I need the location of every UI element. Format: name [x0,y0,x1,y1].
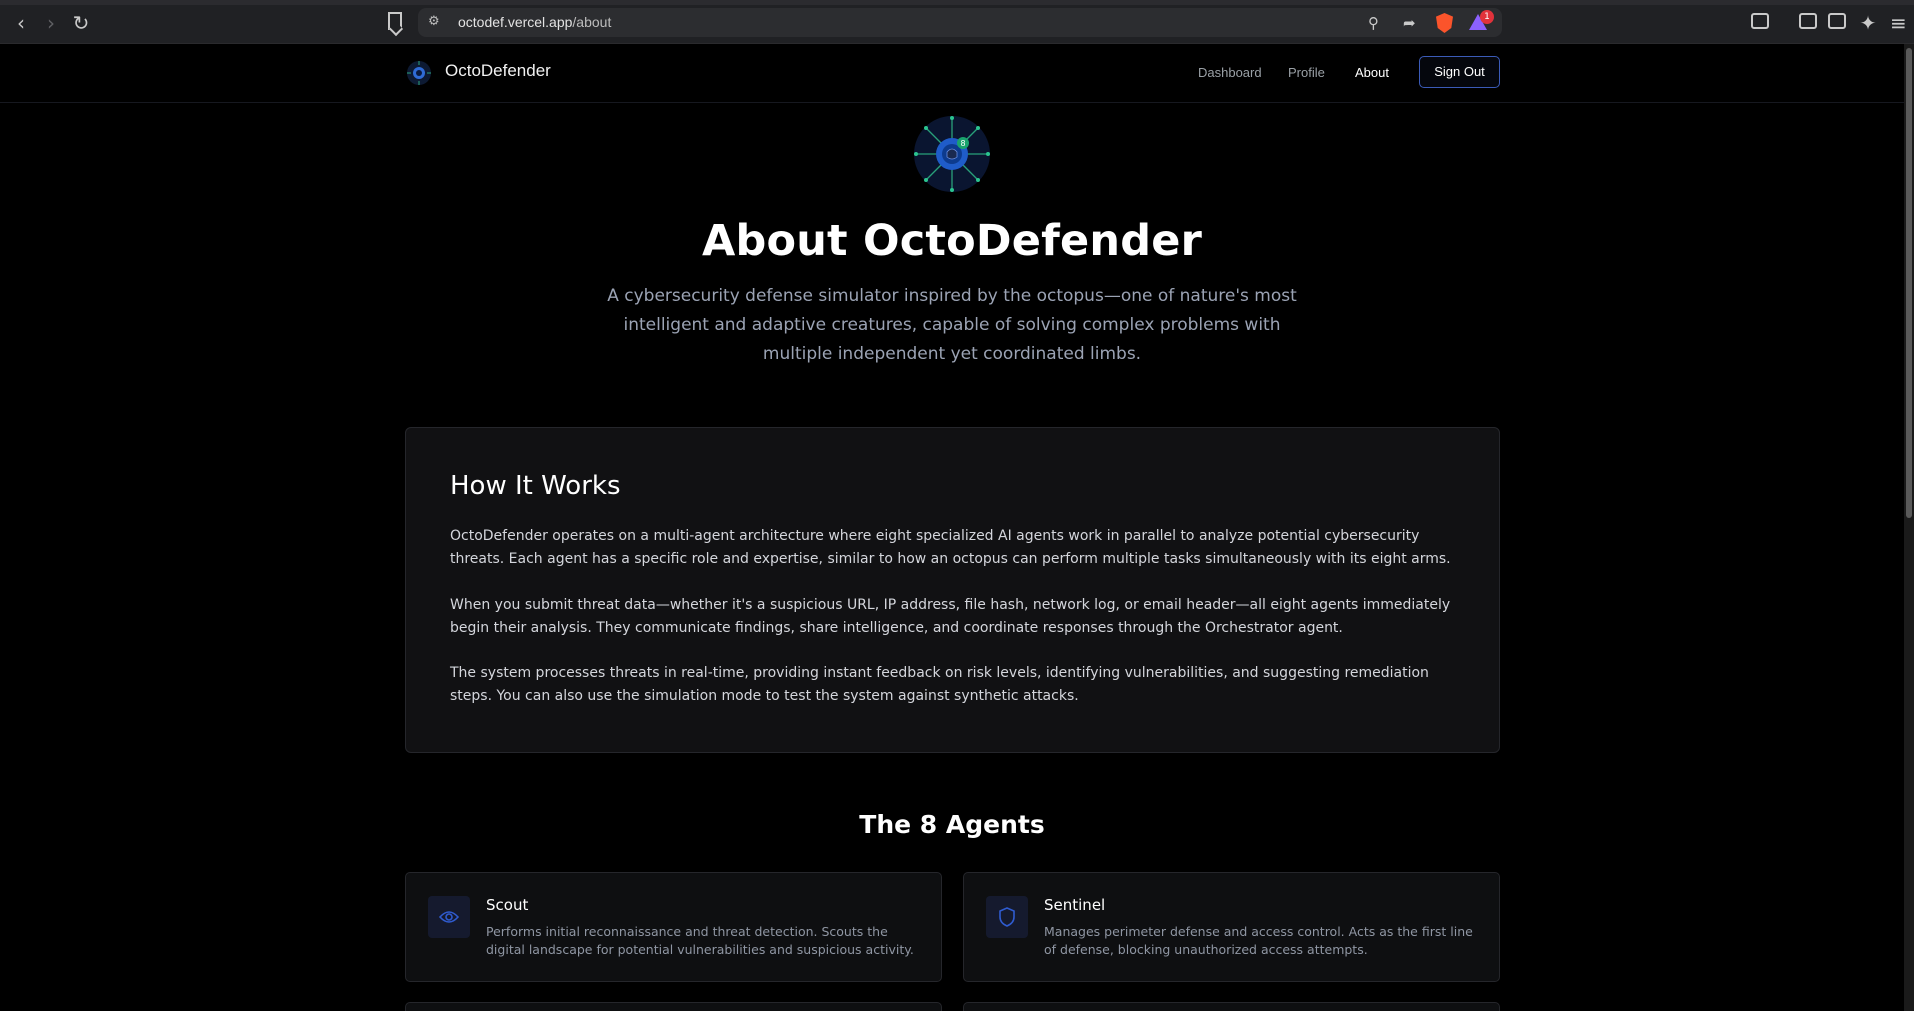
page-title: About OctoDefender [702,216,1202,266]
scrollbar-thumb[interactable] [1906,48,1912,518]
agent-card-scout[interactable]: Scout Performs initial reconnaissance an… [405,872,942,982]
agent-description: Performs initial reconnaissance and thre… [486,924,914,957]
wallet-icon[interactable] [1828,13,1846,29]
agent-count-badge: 8 [960,139,965,148]
browser-toolbar: ‹ › ↻ ⚙ octodef.vercel.app/about ⚲ ➦ 1 ✦… [0,0,1914,44]
menu-icon[interactable]: ≡ [1890,12,1907,34]
url-text[interactable]: octodef.vercel.app/about [458,14,611,30]
agent-icon-box [986,896,1028,938]
agent-card-partial[interactable] [963,1002,1500,1011]
forward-arrow-icon[interactable]: › [40,12,62,34]
sidebar-icon[interactable] [1799,13,1817,29]
eye-icon [438,911,460,923]
site-settings-icon[interactable]: ⚙ [428,14,444,30]
how-it-works-paragraph-3: The system processes threats in real-tim… [450,665,1429,704]
agents-section-title: The 8 Agents [859,810,1045,839]
agent-card-sentinel[interactable]: Sentinel Manages perimeter defense and a… [963,872,1500,982]
zoom-icon[interactable]: ⚲ [1368,14,1379,32]
back-arrow-icon[interactable]: ‹ [10,12,32,34]
octopus-network-icon: 8 [914,116,990,192]
bookmark-icon[interactable] [388,12,402,30]
agent-name: Scout [486,896,529,914]
site-header: OctoDefender Dashboard Profile About Sig… [0,44,1904,103]
how-it-works-paragraph-1: OctoDefender operates on a multi-agent a… [450,528,1451,567]
ai-assistant-icon[interactable]: ✦ [1857,12,1879,34]
page-subtitle: A cybersecurity defense simulator inspir… [607,286,1297,364]
sign-out-button[interactable]: Sign Out [1419,56,1500,88]
share-icon[interactable]: ➦ [1403,14,1416,32]
nav-dashboard[interactable]: Dashboard [1198,65,1262,80]
url-host: octodef.vercel.app [458,14,573,30]
tab-strip [0,0,1914,5]
nav-about[interactable]: About [1355,65,1389,80]
agent-card-partial[interactable] [405,1002,942,1011]
agent-icon-box [428,896,470,938]
address-bar[interactable]: ⚙ octodef.vercel.app/about ⚲ ➦ [418,8,1502,37]
how-it-works-card: How It Works OctoDefender operates on a … [405,427,1500,753]
shield-icon [999,907,1015,927]
agent-name: Sentinel [1044,896,1106,914]
how-it-works-paragraph-2: When you submit threat data—whether it's… [450,597,1451,636]
how-it-works-title: How It Works [450,471,621,501]
octodefender-logo-icon[interactable] [406,60,432,86]
tab-search-icon[interactable] [1751,13,1769,29]
notification-badge: 1 [1480,10,1494,24]
page-scrollbar[interactable] [1904,44,1914,1011]
reload-icon[interactable]: ↻ [70,12,92,34]
url-path: /about [572,14,612,30]
nav-profile[interactable]: Profile [1288,65,1325,80]
brand-name[interactable]: OctoDefender [445,61,551,81]
agent-description: Manages perimeter defense and access con… [1044,924,1473,957]
